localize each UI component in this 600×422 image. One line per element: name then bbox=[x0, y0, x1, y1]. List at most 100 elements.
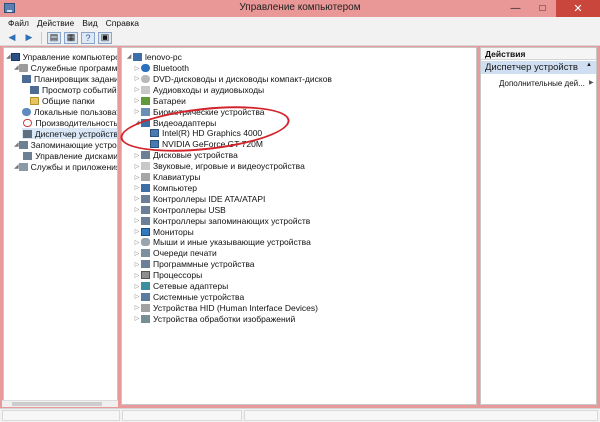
menu-view[interactable]: Вид bbox=[79, 17, 102, 30]
device-category-item[interactable]: ▷ Клавиатуры bbox=[133, 172, 201, 183]
device-category-item[interactable]: ▷ Компьютер bbox=[133, 182, 197, 193]
expand-arrow-icon[interactable]: ▷ bbox=[133, 283, 141, 290]
expand-arrow-icon[interactable]: ▷ bbox=[133, 108, 141, 115]
expand-arrow-icon[interactable]: ▷ bbox=[133, 239, 141, 246]
nav-tree-item[interactable]: Управление дисками bbox=[22, 150, 118, 161]
nav-tree-item[interactable]: ◢ Службы и приложения bbox=[14, 161, 117, 172]
menu-action[interactable]: Действие bbox=[34, 17, 79, 30]
menu-file[interactable]: Файл bbox=[5, 17, 34, 30]
device-category-label: DVD-дисководы и дисководы компакт-дисков bbox=[153, 73, 332, 84]
device-category-item[interactable]: ▷ Звуковые, игровые и видеоустройства bbox=[133, 161, 305, 172]
nav-tree-item[interactable]: Планировщик заданий bbox=[22, 73, 118, 84]
properties-icon[interactable]: ▣ bbox=[98, 31, 112, 44]
ide-controller-icon bbox=[141, 194, 150, 203]
expand-arrow-icon[interactable]: ▷ bbox=[133, 152, 141, 159]
nav-tree-item[interactable]: Общие папки bbox=[22, 95, 117, 106]
device-category-item[interactable]: ▷ Системные устройства bbox=[133, 291, 245, 302]
help-icon[interactable]: ? bbox=[81, 31, 95, 44]
computer-management-icon bbox=[10, 52, 20, 61]
more-actions-arrow-icon[interactable]: ▶ bbox=[589, 79, 594, 86]
expand-arrow-icon[interactable]: ▷ bbox=[133, 174, 141, 181]
expand-arrow-icon[interactable]: ▷ bbox=[133, 304, 141, 311]
nav-tree-label: Локальные пользовате bbox=[34, 106, 118, 117]
nav-tree-item[interactable]: ◢Управление компьютером (л bbox=[6, 51, 117, 62]
expand-arrow-icon[interactable]: ▷ bbox=[133, 86, 141, 93]
forward-icon[interactable]: ▶ bbox=[22, 32, 36, 44]
device-category-item[interactable]: ▷ Bluetooth bbox=[133, 63, 189, 74]
expand-arrow-icon[interactable]: ▷ bbox=[133, 293, 141, 300]
device-category-item[interactable]: ▷ Программные устройства bbox=[133, 259, 255, 270]
dvd-icon bbox=[141, 74, 150, 83]
device-category-item[interactable]: ▷ Мыши и иные указывающие устройства bbox=[133, 237, 311, 248]
back-icon[interactable]: ◀ bbox=[5, 32, 19, 44]
menu-bar: Файл Действие Вид Справка bbox=[0, 17, 600, 30]
hid-icon bbox=[141, 303, 150, 312]
scrollbar-thumb[interactable] bbox=[12, 402, 102, 406]
nav-tree-item[interactable]: Производительность bbox=[22, 117, 117, 128]
device-category-item[interactable]: ▷ Аудиовходы и аудиовыходы bbox=[133, 84, 264, 95]
more-actions-item[interactable]: Дополнительные дей... bbox=[499, 79, 585, 88]
status-cell bbox=[244, 410, 598, 421]
expand-arrow-icon[interactable]: ▷ bbox=[133, 261, 141, 268]
print-queue-icon bbox=[141, 249, 150, 258]
close-button[interactable]: ✕ bbox=[556, 0, 600, 17]
maximize-button[interactable]: □ bbox=[529, 0, 556, 17]
device-category-item[interactable]: ▷ DVD-дисководы и дисководы компакт-диско… bbox=[133, 73, 332, 84]
device-category-item[interactable]: ▷ Контроллеры запоминающих устройств bbox=[133, 215, 311, 226]
collapse-arrow-icon[interactable]: ◢ bbox=[125, 53, 133, 60]
device-category-label: Процессоры bbox=[153, 270, 203, 281]
device-category-item[interactable]: ▷ Батареи bbox=[133, 95, 186, 106]
expand-arrow-icon[interactable]: ▷ bbox=[133, 217, 141, 224]
expand-arrow-icon[interactable]: ▷ bbox=[133, 184, 141, 191]
imaging-device-icon bbox=[141, 314, 150, 323]
collapse-up-icon[interactable]: ▲ bbox=[586, 62, 592, 73]
show-hide-tree-icon[interactable]: ▦ bbox=[64, 31, 78, 44]
device-category-label: Сетевые адаптеры bbox=[153, 281, 229, 291]
expand-arrow-icon[interactable]: ▷ bbox=[133, 65, 141, 72]
expand-arrow-icon[interactable]: ▷ bbox=[133, 272, 141, 279]
nav-tree-item[interactable]: Локальные пользовате bbox=[22, 106, 118, 117]
nav-tree-item[interactable]: ◢ Служебные программы bbox=[14, 62, 117, 73]
menu-help[interactable]: Справка bbox=[103, 17, 144, 30]
status-bar bbox=[0, 408, 600, 422]
usb-controller-icon bbox=[141, 205, 150, 214]
battery-icon bbox=[141, 96, 150, 105]
nav-tree-label: Планировщик заданий bbox=[34, 73, 118, 84]
expand-arrow-icon[interactable]: ▷ bbox=[133, 228, 141, 235]
device-category-item[interactable]: ▷ Очереди печати bbox=[133, 248, 217, 259]
expand-arrow-icon[interactable]: ▷ bbox=[133, 195, 141, 202]
device-category-item[interactable]: ▷ Устройства обработки изображений bbox=[133, 313, 296, 324]
expand-arrow-icon[interactable]: ▷ bbox=[133, 250, 141, 257]
tools-icon bbox=[18, 63, 28, 72]
device-category-item[interactable]: ▷ Контроллеры IDE ATA/ATAPI bbox=[133, 193, 266, 204]
expand-arrow-icon[interactable]: ◢ bbox=[14, 64, 19, 71]
users-icon bbox=[22, 107, 31, 116]
device-category-item[interactable]: ▷ Контроллеры USB bbox=[133, 204, 226, 215]
device-category-label: Контроллеры IDE ATA/ATAPI bbox=[153, 193, 266, 204]
minimize-button[interactable]: — bbox=[502, 0, 529, 17]
nav-tree-item[interactable]: ◢Запоминающие устройст bbox=[14, 139, 117, 150]
device-category-label: Устройства HID (Human Interface Devices) bbox=[153, 302, 318, 313]
device-category-item[interactable]: ▷ Процессоры bbox=[133, 270, 203, 281]
expand-arrow-icon[interactable]: ▷ bbox=[133, 315, 141, 322]
nav-tree-label: Запоминающие устройст bbox=[30, 139, 117, 150]
expand-arrow-icon[interactable]: ▷ bbox=[133, 97, 141, 104]
device-category-item[interactable]: ▷ Сетевые адаптеры bbox=[133, 281, 229, 292]
device-category-label: Мониторы bbox=[153, 226, 194, 237]
actions-section[interactable]: Диспетчер устройств ▲ bbox=[481, 61, 596, 74]
device-category-item[interactable]: ▷ Устройства HID (Human Interface Devices… bbox=[133, 302, 318, 313]
up-icon[interactable]: ▤ bbox=[47, 31, 61, 44]
horizontal-scrollbar[interactable] bbox=[2, 400, 118, 407]
device-tree-root[interactable]: ◢ lenovo-pc bbox=[125, 51, 182, 62]
device-category-item[interactable]: ▷ Мониторы bbox=[133, 226, 194, 237]
nav-tree-item[interactable]: Диспетчер устройств bbox=[22, 128, 117, 139]
status-cell bbox=[2, 410, 120, 421]
expand-arrow-icon[interactable]: ▷ bbox=[133, 206, 141, 213]
nav-tree-label: Управление дисками bbox=[35, 150, 118, 161]
expand-arrow-icon[interactable]: ▷ bbox=[133, 163, 141, 170]
expand-arrow-icon[interactable]: ▷ bbox=[133, 75, 141, 82]
keyboard-icon bbox=[141, 173, 150, 181]
nav-tree-item[interactable]: Просмотр событий bbox=[22, 84, 117, 95]
device-category-label: Клавиатуры bbox=[153, 172, 201, 182]
status-cell bbox=[122, 410, 242, 421]
